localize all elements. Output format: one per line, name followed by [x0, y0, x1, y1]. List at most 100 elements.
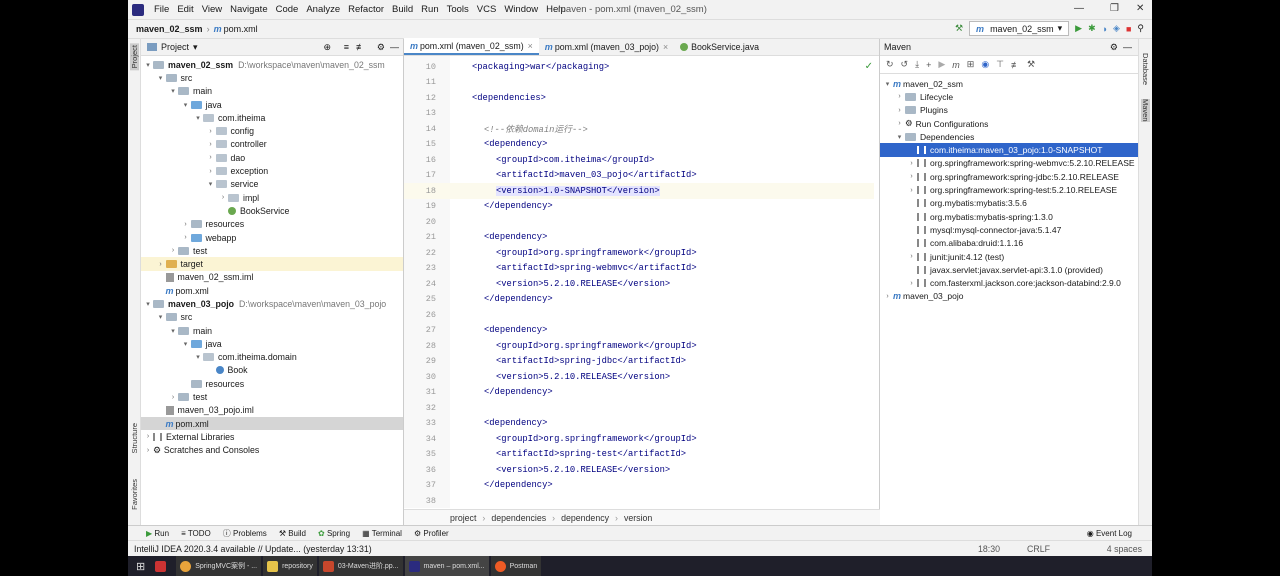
code-line[interactable]: 36 <version>5.2.10.RELEASE</version> [404, 462, 874, 478]
app-icon[interactable] [151, 556, 174, 576]
show-dependencies-icon[interactable]: ⊤ [996, 59, 1004, 70]
toggle-offline-icon[interactable]: ⊞ [967, 59, 975, 70]
close-icon[interactable]: × [528, 41, 533, 51]
code-line[interactable]: 16 <groupId>com.itheima</groupId> [404, 152, 874, 168]
menu-navigate[interactable]: Navigate [226, 4, 272, 15]
menu-analyze[interactable]: Analyze [302, 4, 344, 15]
project-tree-item[interactable]: › webapp [141, 231, 403, 244]
line-separator[interactable]: CRLF [1027, 544, 1050, 554]
taskbar-item-postman[interactable]: Postman [490, 556, 542, 576]
collapse-all-icon[interactable]: ≢ [356, 42, 365, 52]
code-line[interactable]: 30 <version>5.2.10.RELEASE</version> [404, 369, 874, 385]
project-tree-item[interactable]: m pom.xml [141, 417, 403, 431]
project-tree-item[interactable]: › test [141, 244, 403, 257]
project-tree-item[interactable]: ▾ main [141, 85, 403, 98]
project-tree-item[interactable]: › ⚙ Scratches and Consoles [141, 444, 403, 457]
minimize-icon[interactable]: — [1074, 3, 1084, 14]
project-tree-item[interactable]: ▾ maven_03_pojo D:\workspace\maven\maven_0… [141, 297, 403, 310]
profile-icon[interactable]: ◈ [1113, 23, 1120, 34]
maven-tree-item[interactable]: › Lifecycle [880, 90, 1138, 103]
expand-arrow-icon[interactable]: ▾ [193, 114, 203, 122]
start-button[interactable]: ⊞ [132, 556, 149, 576]
project-tree-item[interactable]: › impl [141, 191, 403, 204]
maven-tree-item[interactable]: mysql:mysql-connector-java:5.1.47 [880, 223, 1138, 236]
project-tree-item[interactable]: maven_03_pojo.iml [141, 404, 403, 417]
search-icon[interactable]: ⚲ [1137, 23, 1144, 34]
taskbar-item-explorer[interactable]: repository [263, 556, 317, 576]
status-message[interactable]: IntelliJ IDEA 2020.3.4 available // Upda… [134, 544, 372, 554]
code-line[interactable]: 28 <groupId>org.springframework</groupId> [404, 338, 874, 354]
restore-icon[interactable]: ❐ [1110, 3, 1119, 14]
expand-arrow-icon[interactable]: ▾ [156, 313, 166, 321]
code-line[interactable]: 22 <groupId>org.springframework</groupId> [404, 245, 874, 261]
project-tree-item[interactable]: ▾ src [141, 71, 403, 84]
project-tree-item[interactable]: BookService [141, 204, 403, 217]
expand-arrow-icon[interactable]: › [206, 168, 216, 175]
code-line[interactable]: 27 <dependency> [404, 323, 874, 339]
download-icon[interactable]: ⤓ [915, 59, 919, 70]
expand-arrow-icon[interactable]: › [906, 253, 917, 260]
maven-tree-item[interactable]: › ⚙ Run Configurations [880, 117, 1138, 130]
expand-arrow-icon[interactable]: ▾ [882, 80, 893, 88]
menu-edit[interactable]: Edit [173, 4, 197, 15]
code-line[interactable]: 37 </dependency> [404, 478, 874, 494]
maven-tree-item[interactable]: › com.fasterxml.jackson.core:jackson-data… [880, 276, 1138, 289]
code-line[interactable]: 35 <artifactId>spring-test</artifactId> [404, 447, 874, 463]
code-line[interactable]: 25 </dependency> [404, 292, 874, 308]
code-line[interactable]: 21 <dependency> [404, 230, 874, 246]
run-icon[interactable]: ▶ [938, 59, 945, 70]
wrench-icon[interactable]: ⚒ [1027, 59, 1035, 70]
project-tree-item[interactable]: ▾ java [141, 337, 403, 350]
code-line[interactable]: 13 [404, 106, 874, 122]
project-panel-title[interactable]: Project [161, 42, 189, 52]
expand-all-icon[interactable]: ≡ [344, 42, 349, 52]
run-tool-button[interactable]: ▶ Run [146, 529, 169, 538]
project-tree-item[interactable]: m pom.xml [141, 284, 403, 297]
todo-tool-button[interactable]: ≡ TODO [181, 529, 211, 538]
add-icon[interactable]: + [926, 60, 931, 70]
menu-vcs[interactable]: VCS [473, 4, 501, 15]
terminal-tool-button[interactable]: ▦ Terminal [362, 529, 402, 538]
chevron-down-icon[interactable]: ▾ [193, 42, 198, 53]
locate-icon[interactable]: ⊕ [323, 42, 331, 53]
expand-arrow-icon[interactable]: ▾ [181, 340, 191, 348]
indent-setting[interactable]: 4 spaces [1107, 544, 1142, 554]
maven-tree-item[interactable]: › junit:junit:4.12 (test) [880, 250, 1138, 263]
caret-position[interactable]: 18:30 [978, 544, 1000, 554]
structure-tool-tab[interactable]: Structure [130, 423, 139, 453]
expand-arrow-icon[interactable]: › [218, 194, 228, 201]
project-tree-item[interactable]: ▾ service [141, 178, 403, 191]
menu-view[interactable]: View [198, 4, 226, 15]
gear-icon[interactable]: ⚙ [377, 42, 385, 53]
tab-pom-maven-02-ssm[interactable]: m pom.xml (maven_02_ssm) × [404, 38, 539, 55]
coverage-icon[interactable]: ◑ [1102, 24, 1107, 34]
expand-arrow-icon[interactable]: › [143, 447, 153, 454]
tab-pom-maven-03-pojo[interactable]: m pom.xml (maven_03_pojo) × [539, 38, 674, 55]
favorites-tool-tab[interactable]: Favorites [130, 479, 139, 510]
project-tree-item[interactable]: › External Libraries [141, 430, 403, 443]
project-tree-item[interactable]: ▾ java [141, 98, 403, 111]
code-line[interactable]: 34 <groupId>org.springframework</groupId> [404, 431, 874, 447]
profiler-tool-button[interactable]: ⚙ Profiler [414, 529, 449, 538]
menu-refactor[interactable]: Refactor [344, 4, 388, 15]
taskbar-item-chrome[interactable]: SpringMVC案例 - ... [176, 556, 262, 576]
code-line[interactable]: 12 <dependencies> [404, 90, 874, 106]
project-tool-tab[interactable]: Project [130, 43, 139, 71]
problems-tool-button[interactable]: ⓘ Problems [223, 528, 267, 539]
maven-tree-item[interactable]: org.mybatis:mybatis:3.5.6 [880, 197, 1138, 210]
expand-arrow-icon[interactable]: ▾ [181, 101, 191, 109]
hammer-icon[interactable]: ⚒ [955, 23, 963, 34]
expand-arrow-icon[interactable]: › [906, 280, 917, 287]
collapse-all-icon[interactable]: ≢ [1011, 60, 1020, 70]
expand-arrow-icon[interactable]: › [168, 247, 178, 254]
expand-arrow-icon[interactable]: › [906, 173, 917, 180]
event-log-button[interactable]: ◉ Event Log [1087, 529, 1132, 538]
expand-arrow-icon[interactable]: › [181, 234, 191, 241]
maven-tree-item[interactable]: › org.springframework:spring-test:5.2.10.… [880, 183, 1138, 196]
expand-arrow-icon[interactable]: › [906, 187, 917, 194]
project-tree-item[interactable]: ▾ com.itheima [141, 111, 403, 124]
expand-arrow-icon[interactable]: › [206, 128, 216, 135]
breadcrumb-dependency[interactable]: dependency [561, 513, 609, 523]
expand-arrow-icon[interactable]: ▾ [143, 300, 153, 308]
menu-tools[interactable]: Tools [443, 4, 473, 15]
